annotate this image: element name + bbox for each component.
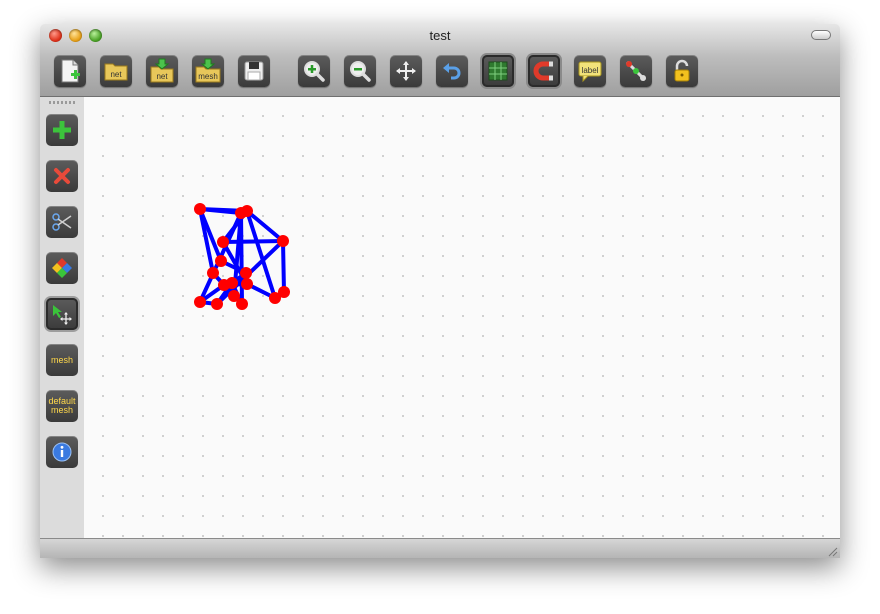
graph-node[interactable] xyxy=(194,296,206,308)
plus-icon xyxy=(53,121,71,139)
graph-edge[interactable] xyxy=(281,239,286,294)
undo-arrow-icon xyxy=(443,63,461,80)
snap-magnet-button[interactable] xyxy=(528,55,560,87)
floppy-disk-icon xyxy=(244,61,264,81)
info-button[interactable] xyxy=(46,436,78,468)
undo-button[interactable] xyxy=(436,55,468,87)
graph-node[interactable] xyxy=(226,277,238,289)
delete-x-icon xyxy=(54,168,70,184)
default-mesh-line2: mesh xyxy=(50,405,73,415)
open-net-label: net xyxy=(110,70,122,79)
pan-button[interactable] xyxy=(390,55,422,87)
select-move-button[interactable] xyxy=(46,298,78,330)
mesh-button[interactable]: mesh xyxy=(46,344,78,376)
folder-icon: net xyxy=(104,63,128,81)
import-folder-icon: net xyxy=(150,58,174,83)
toolbar-toggle-button[interactable] xyxy=(811,30,831,40)
sidebar-drag-handle[interactable] xyxy=(49,101,75,104)
title-bar: test net net mesh label xyxy=(40,24,840,97)
graph-node[interactable] xyxy=(207,267,219,279)
grid-icon xyxy=(488,61,508,81)
graph-edge[interactable] xyxy=(221,239,285,244)
import-net-label: net xyxy=(156,72,168,81)
graph-canvas[interactable] xyxy=(84,97,840,538)
graph-node[interactable] xyxy=(277,235,289,247)
resize-grip-icon[interactable] xyxy=(826,545,838,557)
status-bar xyxy=(40,538,840,558)
graph-node[interactable] xyxy=(236,298,248,310)
measure-button[interactable] xyxy=(620,55,652,87)
graph-node[interactable] xyxy=(241,205,253,217)
zoom-in-button[interactable] xyxy=(298,55,330,87)
graph-node[interactable] xyxy=(194,203,206,215)
default-mesh-label: default mesh xyxy=(48,397,75,415)
add-node-button[interactable] xyxy=(46,114,78,146)
graph-node[interactable] xyxy=(211,298,223,310)
window-title: test xyxy=(429,28,451,43)
import-mesh-button[interactable]: mesh xyxy=(192,55,224,87)
delete-button[interactable] xyxy=(46,160,78,192)
pointer-move-icon xyxy=(53,305,72,325)
add-label-text: label xyxy=(582,66,599,75)
ruler-icon xyxy=(625,60,647,82)
tool-sidebar: mesh default mesh xyxy=(40,97,85,538)
mesh-label: mesh xyxy=(50,354,73,365)
padlock-icon xyxy=(674,59,690,82)
graph-node[interactable] xyxy=(241,278,253,290)
new-document-icon xyxy=(61,59,80,83)
add-label-button[interactable]: label xyxy=(574,55,606,87)
magnet-icon xyxy=(533,61,553,81)
default-mesh-button[interactable]: default mesh xyxy=(46,390,78,422)
import-mesh-label: mesh xyxy=(198,72,218,81)
shape-tool-button[interactable] xyxy=(46,252,78,284)
lock-button[interactable] xyxy=(666,55,698,87)
graph-node[interactable] xyxy=(240,267,252,279)
diamond-shapes-icon xyxy=(52,258,72,278)
app-window: test net net mesh label mesh default mes… xyxy=(40,24,840,558)
cut-button[interactable] xyxy=(46,206,78,238)
save-button[interactable] xyxy=(238,55,270,87)
new-file-button[interactable] xyxy=(54,55,86,87)
scissors-icon xyxy=(52,213,72,231)
zoom-out-icon xyxy=(350,61,371,82)
graph-node[interactable] xyxy=(217,236,229,248)
zoom-in-icon xyxy=(304,61,325,82)
zoom-out-button[interactable] xyxy=(344,55,376,87)
import-net-button[interactable]: net xyxy=(146,55,178,87)
import-mesh-icon: mesh xyxy=(195,58,221,83)
label-tag-icon: label xyxy=(578,61,602,83)
graph-drawing[interactable] xyxy=(84,97,840,538)
graph-node[interactable] xyxy=(215,255,227,267)
graph-node[interactable] xyxy=(278,286,290,298)
open-net-button[interactable]: net xyxy=(100,55,132,87)
grid-toggle-button[interactable] xyxy=(482,55,514,87)
info-icon xyxy=(52,442,72,462)
move-arrows-icon xyxy=(396,61,416,81)
